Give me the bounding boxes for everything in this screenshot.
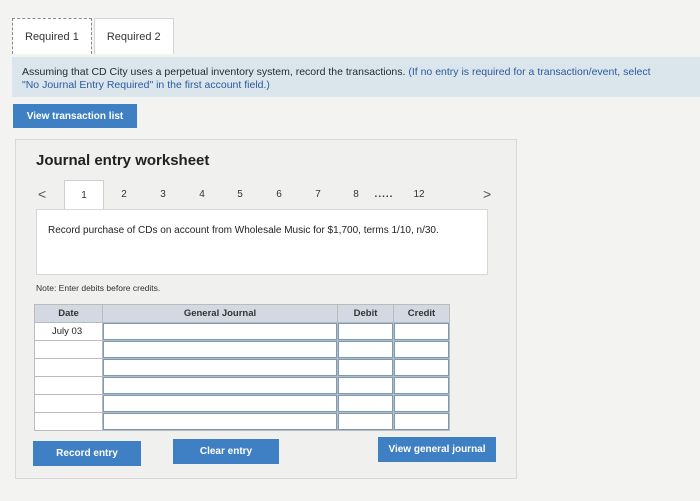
page-6[interactable]: 6 [269, 180, 289, 208]
account-cell[interactable] [102, 340, 338, 359]
page-3[interactable]: 3 [153, 180, 173, 208]
account-header: General Journal [102, 304, 338, 323]
debit-cell[interactable] [337, 412, 394, 431]
view-transaction-list-button[interactable]: View transaction list [13, 104, 137, 128]
table-row [34, 394, 450, 413]
worksheet-title: Journal entry worksheet [36, 152, 210, 169]
debit-header: Debit [337, 304, 394, 323]
view-general-journal-button[interactable]: View general journal [378, 437, 496, 462]
date-cell: July 03 [34, 322, 103, 341]
page-5[interactable]: 5 [230, 180, 250, 208]
credit-cell[interactable] [393, 394, 450, 413]
debit-cell[interactable] [337, 358, 394, 377]
page-ellipsis: ..... [374, 188, 394, 200]
instruction-hint-2: "No Journal Entry Required" in the first… [22, 79, 270, 91]
table-row [34, 340, 450, 359]
transaction-description: Record purchase of CDs on account from W… [36, 209, 488, 275]
credit-header: Credit [393, 304, 450, 323]
debit-cell[interactable] [337, 322, 394, 341]
credit-cell[interactable] [393, 412, 450, 431]
page-4[interactable]: 4 [192, 180, 212, 208]
debit-cell[interactable] [337, 340, 394, 359]
instruction-banner: Assuming that CD City uses a perpetual i… [12, 57, 700, 97]
credit-cell[interactable] [393, 322, 450, 341]
page-2[interactable]: 2 [114, 180, 134, 208]
date-cell [34, 340, 103, 359]
tab-required-1[interactable]: Required 1 [12, 18, 92, 54]
credit-cell[interactable] [393, 376, 450, 395]
account-cell[interactable] [102, 322, 338, 341]
table-row [34, 358, 450, 377]
credit-cell[interactable] [393, 358, 450, 377]
account-cell[interactable] [102, 358, 338, 377]
account-cell[interactable] [102, 376, 338, 395]
table-row: July 03 [34, 322, 450, 341]
page-12[interactable]: 12 [408, 180, 430, 208]
account-cell[interactable] [102, 412, 338, 431]
journal-table: Date General Journal Debit Credit July 0… [34, 304, 450, 431]
chevron-left-icon[interactable]: < [38, 186, 46, 202]
debits-note: Note: Enter debits before credits. [36, 283, 161, 293]
date-cell [34, 394, 103, 413]
journal-entry-worksheet: Journal entry worksheet < 1 2 3 4 5 6 7 … [15, 139, 517, 479]
tab-required-2[interactable]: Required 2 [93, 18, 174, 54]
clear-entry-button[interactable]: Clear entry [173, 439, 279, 464]
account-cell[interactable] [102, 394, 338, 413]
page-7[interactable]: 7 [308, 180, 328, 208]
instruction-text: Assuming that CD City uses a perpetual i… [22, 66, 406, 78]
page-1[interactable]: 1 [64, 180, 104, 210]
tab-bar: Required 1 Required 2 [12, 18, 174, 54]
page-8[interactable]: 8 [346, 180, 366, 208]
date-cell [34, 358, 103, 377]
instruction-hint-1: (If no entry is required for a transacti… [408, 66, 651, 78]
transaction-pager: < 1 2 3 4 5 6 7 8 ..... 12 > [36, 180, 494, 210]
table-row [34, 376, 450, 395]
date-cell [34, 376, 103, 395]
debit-cell[interactable] [337, 394, 394, 413]
table-row [34, 412, 450, 431]
date-header: Date [34, 304, 103, 323]
date-cell [34, 412, 103, 431]
debit-cell[interactable] [337, 376, 394, 395]
chevron-right-icon[interactable]: > [483, 186, 491, 202]
credit-cell[interactable] [393, 340, 450, 359]
record-entry-button[interactable]: Record entry [33, 441, 141, 466]
